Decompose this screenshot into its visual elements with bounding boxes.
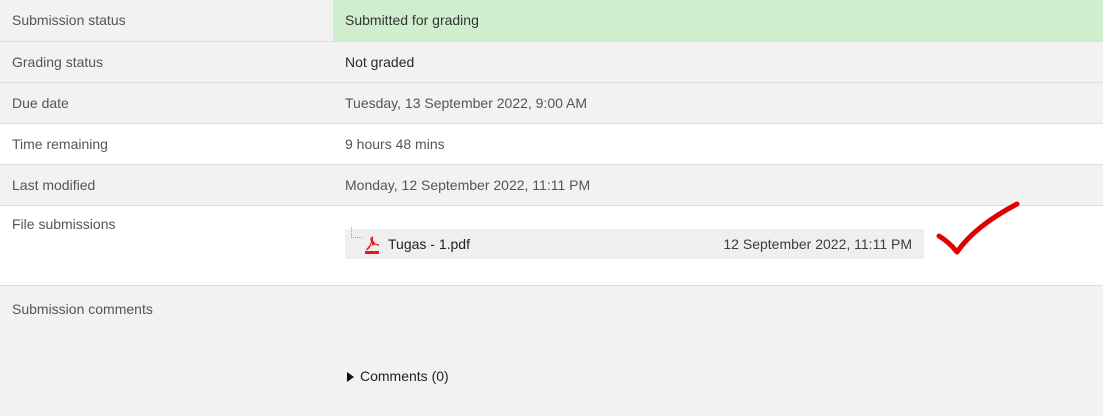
row-grading-status: Grading status Not graded	[0, 41, 1103, 82]
tree-connector	[351, 227, 362, 238]
last-modified-value: Monday, 12 September 2022, 11:11 PM	[345, 177, 591, 193]
row-submission-comments: Submission comments Comments (0)	[0, 285, 1103, 416]
file-link[interactable]: Tugas - 1.pdf	[388, 229, 470, 259]
row-last-modified: Last modified Monday, 12 September 2022,…	[0, 164, 1103, 205]
caret-right-icon	[347, 372, 354, 382]
file-date: 12 September 2022, 11:11 PM	[723, 236, 912, 252]
submission-status-value: Submitted for grading	[333, 0, 1103, 41]
checkmark-icon	[936, 201, 1020, 255]
file-submissions-label: File submissions	[12, 216, 116, 232]
submission-comments-label: Submission comments	[12, 301, 153, 317]
last-modified-label: Last modified	[12, 177, 96, 193]
row-submission-status: Submission status Submitted for grading	[0, 0, 1103, 41]
grading-status-value: Not graded	[345, 54, 415, 70]
due-date-label: Due date	[12, 95, 69, 111]
time-remaining-value: 9 hours 48 mins	[345, 136, 445, 152]
file-entry: Tugas - 1.pdf 12 September 2022, 11:11 P…	[345, 227, 924, 259]
row-time-remaining: Time remaining 9 hours 48 mins	[0, 123, 1103, 164]
due-date-value: Tuesday, 13 September 2022, 9:00 AM	[345, 95, 588, 111]
row-due-date: Due date Tuesday, 13 September 2022, 9:0…	[0, 82, 1103, 123]
submission-status-label: Submission status	[12, 12, 126, 28]
comments-toggle[interactable]: Comments (0)	[345, 362, 925, 390]
submission-comments-value: Comments (0)	[333, 286, 1103, 416]
pdf-icon	[365, 236, 380, 254]
time-remaining-label: Time remaining	[12, 136, 108, 152]
grading-status-label: Grading status	[12, 54, 104, 70]
comments-toggle-label: Comments (0)	[360, 368, 449, 384]
